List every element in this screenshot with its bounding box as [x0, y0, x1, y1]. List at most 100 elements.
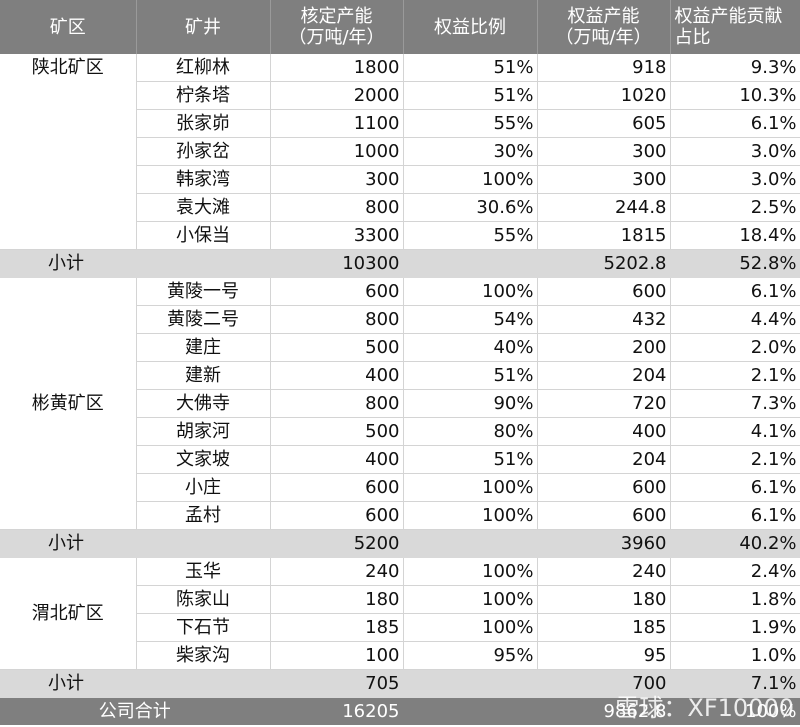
mine-name: 张家峁 — [136, 109, 271, 138]
subtotal-capacity: 705 — [270, 669, 404, 698]
header-mine: 矿井 — [136, 0, 271, 54]
table-row: 陕北矿区 红柳林 1800 51% 918 9.3% — [0, 54, 800, 250]
total-blank — [403, 697, 538, 725]
subtotal-label: 小计 — [0, 529, 137, 558]
equity-capacity-cell: 95 — [537, 641, 671, 670]
capacity-cell: 240 — [270, 557, 404, 586]
equity-capacity-cell: 600 — [537, 501, 671, 530]
equity-capacity-cell: 300 — [537, 165, 671, 194]
contribution-cell: 1.8% — [670, 585, 800, 614]
capacity-cell: 400 — [270, 361, 404, 390]
mine-name: 小庄 — [136, 473, 271, 502]
equity-ratio-cell: 100% — [403, 501, 538, 530]
subtotal-share: 40.2% — [670, 529, 800, 558]
capacity-cell: 600 — [270, 277, 404, 306]
subtotal-share: 52.8% — [670, 249, 800, 278]
mine-name: 袁大滩 — [136, 193, 271, 222]
subtotal-blank — [136, 669, 271, 698]
equity-capacity-cell: 180 — [537, 585, 671, 614]
contribution-cell: 6.1% — [670, 473, 800, 502]
area-cell: 陕北矿区 — [0, 54, 137, 250]
equity-capacity-cell: 185 — [537, 613, 671, 642]
mine-name: 黄陵一号 — [136, 277, 271, 306]
equity-ratio-cell: 100% — [403, 473, 538, 502]
mine-name: 孟村 — [136, 501, 271, 530]
table-header: 矿区 矿井 核定产能 （万吨/年） 权益比例 权益产能 （万吨/年） 权益产能贡… — [0, 0, 800, 54]
equity-ratio-cell: 30.6% — [403, 193, 538, 222]
equity-capacity-cell: 600 — [537, 277, 671, 306]
contribution-cell: 2.5% — [670, 193, 800, 222]
equity-ratio-cell: 51% — [403, 445, 538, 474]
subtotal-equity: 3960 — [537, 529, 671, 558]
header-capacity: 核定产能 （万吨/年） — [270, 0, 404, 54]
equity-capacity-cell: 300 — [537, 137, 671, 166]
capacity-cell: 800 — [270, 389, 404, 418]
subtotal-equity: 5202.8 — [537, 249, 671, 278]
contribution-cell: 4.1% — [670, 417, 800, 446]
capacity-cell: 400 — [270, 445, 404, 474]
subtotal-label: 小计 — [0, 669, 137, 698]
equity-capacity-cell: 432 — [537, 305, 671, 334]
contribution-cell: 2.4% — [670, 557, 800, 586]
contribution-cell: 6.1% — [670, 109, 800, 138]
contribution-cell: 7.3% — [670, 389, 800, 418]
equity-ratio-cell: 100% — [403, 613, 538, 642]
mine-name: 红柳林 — [136, 54, 271, 82]
subtotal-blank — [136, 249, 271, 278]
equity-ratio-cell: 30% — [403, 137, 538, 166]
table-row: 渭北矿区 玉华 240 100% 240 2.4% — [0, 557, 800, 670]
contribution-cell: 2.1% — [670, 361, 800, 390]
contribution-cell: 2.1% — [670, 445, 800, 474]
table-body: 陕北矿区 红柳林 1800 51% 918 9.3% 柠条塔 2000 51% 1020 10.3%… — [0, 54, 800, 725]
subtotal-blank — [403, 529, 538, 558]
contribution-cell: 2.0% — [670, 333, 800, 362]
mine-name: 小保当 — [136, 221, 271, 250]
capacity-cell: 180 — [270, 585, 404, 614]
equity-ratio-cell: 40% — [403, 333, 538, 362]
equity-ratio-cell: 80% — [403, 417, 538, 446]
contribution-cell: 3.0% — [670, 165, 800, 194]
mine-name: 黄陵二号 — [136, 305, 271, 334]
subtotal-capacity: 5200 — [270, 529, 404, 558]
subtotal-label: 小计 — [0, 249, 137, 278]
header-contribution: 权益产能贡献占比 — [670, 0, 800, 54]
table-row: 彬黄矿区 黄陵一号 600 100% 600 6.1% — [0, 277, 800, 530]
equity-capacity-cell: 918 — [537, 54, 671, 82]
equity-ratio-cell: 100% — [403, 585, 538, 614]
equity-ratio-cell: 51% — [403, 361, 538, 390]
capacity-cell: 600 — [270, 501, 404, 530]
equity-capacity-cell: 200 — [537, 333, 671, 362]
equity-capacity-cell: 720 — [537, 389, 671, 418]
equity-ratio-cell: 54% — [403, 305, 538, 334]
mine-name: 下石节 — [136, 613, 271, 642]
total-capacity: 16205 — [270, 697, 404, 725]
contribution-cell: 6.1% — [670, 501, 800, 530]
equity-capacity-cell: 400 — [537, 417, 671, 446]
total-label: 公司合计 — [0, 697, 271, 725]
subtotal-blank — [403, 249, 538, 278]
mine-name: 玉华 — [136, 557, 271, 586]
capacity-cell: 500 — [270, 333, 404, 362]
capacity-cell: 185 — [270, 613, 404, 642]
contribution-cell: 1.9% — [670, 613, 800, 642]
equity-ratio-cell: 55% — [403, 109, 538, 138]
subtotal-row: 小计 10300 5202.8 52.8% — [0, 249, 800, 278]
mine-name: 陈家山 — [136, 585, 271, 614]
mine-name: 胡家河 — [136, 417, 271, 446]
header-area: 矿区 — [0, 0, 137, 54]
area-cell: 彬黄矿区 — [0, 277, 137, 530]
contribution-cell: 10.3% — [670, 81, 800, 110]
capacity-cell: 3300 — [270, 221, 404, 250]
capacity-cell: 300 — [270, 165, 404, 194]
equity-ratio-cell: 90% — [403, 389, 538, 418]
contribution-cell: 6.1% — [670, 277, 800, 306]
equity-capacity-cell: 1815 — [537, 221, 671, 250]
equity-ratio-cell: 100% — [403, 557, 538, 586]
mine-name: 大佛寺 — [136, 389, 271, 418]
mine-capacity-table: 矿区 矿井 核定产能 （万吨/年） 权益比例 权益产能 （万吨/年） 权益产能贡… — [0, 0, 800, 725]
contribution-cell: 9.3% — [670, 54, 800, 82]
contribution-cell: 3.0% — [670, 137, 800, 166]
capacity-cell: 800 — [270, 305, 404, 334]
capacity-cell: 1000 — [270, 137, 404, 166]
contribution-cell: 1.0% — [670, 641, 800, 670]
